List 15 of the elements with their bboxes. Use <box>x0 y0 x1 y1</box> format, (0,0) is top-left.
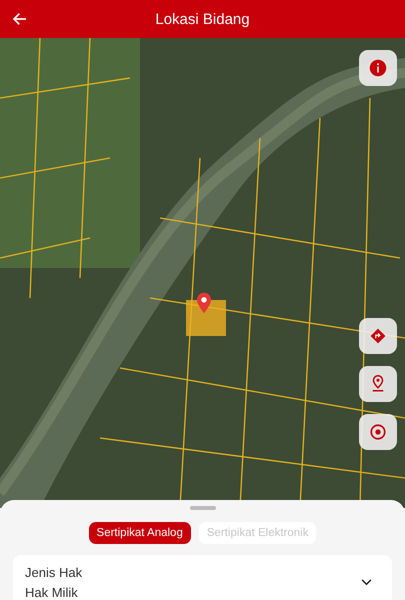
info-icon <box>369 59 387 77</box>
target-icon <box>369 423 387 441</box>
chevron-down-icon[interactable] <box>361 579 372 586</box>
info-button[interactable] <box>359 50 397 86</box>
satellite-map-drawing[interactable] <box>0 38 405 508</box>
directions-button[interactable] <box>359 318 397 354</box>
field-value: Hak Milik <box>25 585 79 600</box>
dropdown-card[interactable]: Jenis Hak Hak Milik <box>13 555 392 600</box>
target-button[interactable] <box>359 414 397 450</box>
location-pin-icon <box>196 292 212 314</box>
certificate-tab[interactable]: Sertipikat Analog <box>88 522 191 544</box>
field-label: Jenis Hak <box>25 565 82 580</box>
drag-handle[interactable] <box>190 506 216 510</box>
location-pin-button[interactable] <box>359 366 397 402</box>
screen-title: Lokasi Bidang <box>155 10 250 28</box>
